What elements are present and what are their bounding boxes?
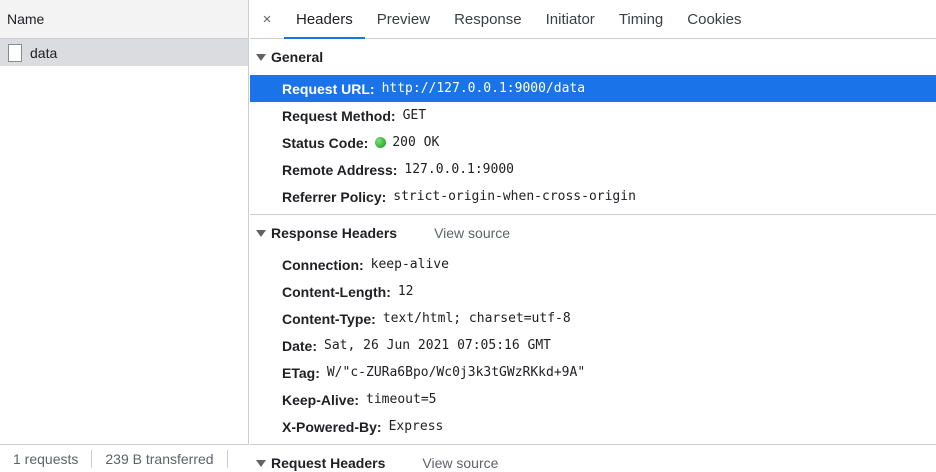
header-key: Request URL:: [282, 80, 375, 97]
header-key: Request Method:: [282, 107, 396, 124]
name-column-label: Name: [7, 11, 45, 27]
triangle-down-icon: [256, 53, 266, 61]
tab-preview[interactable]: Preview: [365, 0, 442, 38]
header-value: 127.0.0.1:9000: [404, 162, 514, 177]
response-headers-section-header[interactable]: Response Headers View source: [250, 215, 936, 251]
document-icon: [8, 43, 22, 62]
header-value: W/"c-ZURa6Bpo/Wc0j3k3tGWzRKkd+9A": [326, 365, 586, 380]
header-key: Date:: [282, 337, 318, 354]
response-header-row[interactable]: Connection: keep-alive: [250, 251, 936, 278]
header-value: strict-origin-when-cross-origin: [393, 189, 636, 204]
header-value: Sat, 26 Jun 2021 07:05:16 GMT: [324, 338, 551, 353]
general-section-header[interactable]: General: [250, 39, 936, 75]
response-header-row[interactable]: Content-Type: text/html; charset=utf-8: [250, 305, 936, 332]
header-key: Content-Length:: [282, 283, 391, 300]
header-key: Content-Type:: [282, 310, 376, 327]
general-row-referrer-policy[interactable]: Referrer Policy: strict-origin-when-cros…: [250, 183, 936, 210]
header-key: Status Code:: [282, 134, 369, 151]
details-pane: × Headers Preview Response Initiator Tim…: [250, 0, 936, 472]
response-header-row[interactable]: Content-Length: 12: [250, 278, 936, 305]
view-source-link[interactable]: View source: [434, 225, 510, 241]
header-value: timeout=5: [366, 392, 437, 407]
transferred-size: 239 B transferred: [105, 450, 214, 467]
header-value: http://127.0.0.1:9000/data: [381, 81, 586, 96]
view-source-link[interactable]: View source: [422, 455, 498, 471]
tab-initiator[interactable]: Initiator: [534, 0, 607, 38]
header-value: text/html; charset=utf-8: [382, 311, 571, 326]
general-row-request-url[interactable]: Request URL: http://127.0.0.1:9000/data: [250, 75, 936, 102]
request-row[interactable]: data: [0, 39, 248, 66]
response-headers-title: Response Headers: [271, 225, 398, 241]
status-ok-icon: [375, 137, 387, 148]
request-list-pane: Name data 1 requests 239 B transferred: [0, 0, 249, 472]
response-header-row[interactable]: Keep-Alive: timeout=5: [250, 386, 936, 413]
response-header-row[interactable]: Date: Sat, 26 Jun 2021 07:05:16 GMT: [250, 332, 936, 359]
tab-timing[interactable]: Timing: [607, 0, 675, 38]
general-section-title: General: [271, 49, 324, 65]
tab-response[interactable]: Response: [442, 0, 534, 38]
header-key: ETag:: [282, 364, 320, 381]
header-value: 12: [397, 284, 414, 299]
request-headers-section-header[interactable]: Request Headers View source: [250, 445, 936, 472]
tab-headers[interactable]: Headers: [284, 0, 365, 39]
header-value: Express: [388, 419, 444, 434]
summary-separator: [226, 449, 228, 468]
header-value: keep-alive: [370, 257, 449, 272]
header-key: X-Powered-By:: [282, 418, 382, 435]
requests-count: 1 requests: [13, 450, 79, 467]
triangle-down-icon: [256, 229, 266, 237]
header-value: GET: [402, 108, 427, 123]
request-headers-title: Request Headers: [271, 455, 386, 471]
details-tabbar: × Headers Preview Response Initiator Tim…: [250, 0, 936, 39]
triangle-down-icon: [256, 459, 266, 467]
response-header-row[interactable]: X-Powered-By: Express: [250, 413, 936, 440]
close-icon[interactable]: ×: [250, 0, 284, 38]
response-header-row[interactable]: ETag: W/"c-ZURa6Bpo/Wc0j3k3tGWzRKkd+9A": [250, 359, 936, 386]
header-key: Remote Address:: [282, 161, 398, 178]
general-row-status-code[interactable]: Status Code: 200 OK: [250, 129, 936, 156]
request-name: data: [30, 44, 58, 61]
tab-cookies[interactable]: Cookies: [675, 0, 753, 38]
header-key: Keep-Alive:: [282, 391, 360, 408]
general-row-request-method[interactable]: Request Method: GET: [250, 102, 936, 129]
header-value: 200 OK: [392, 135, 440, 150]
name-column-header[interactable]: Name: [0, 0, 248, 39]
summary-bar: 1 requests 239 B transferred: [0, 444, 249, 472]
header-key: Connection:: [282, 256, 364, 273]
general-row-remote-address[interactable]: Remote Address: 127.0.0.1:9000: [250, 156, 936, 183]
header-key: Referrer Policy:: [282, 188, 387, 205]
